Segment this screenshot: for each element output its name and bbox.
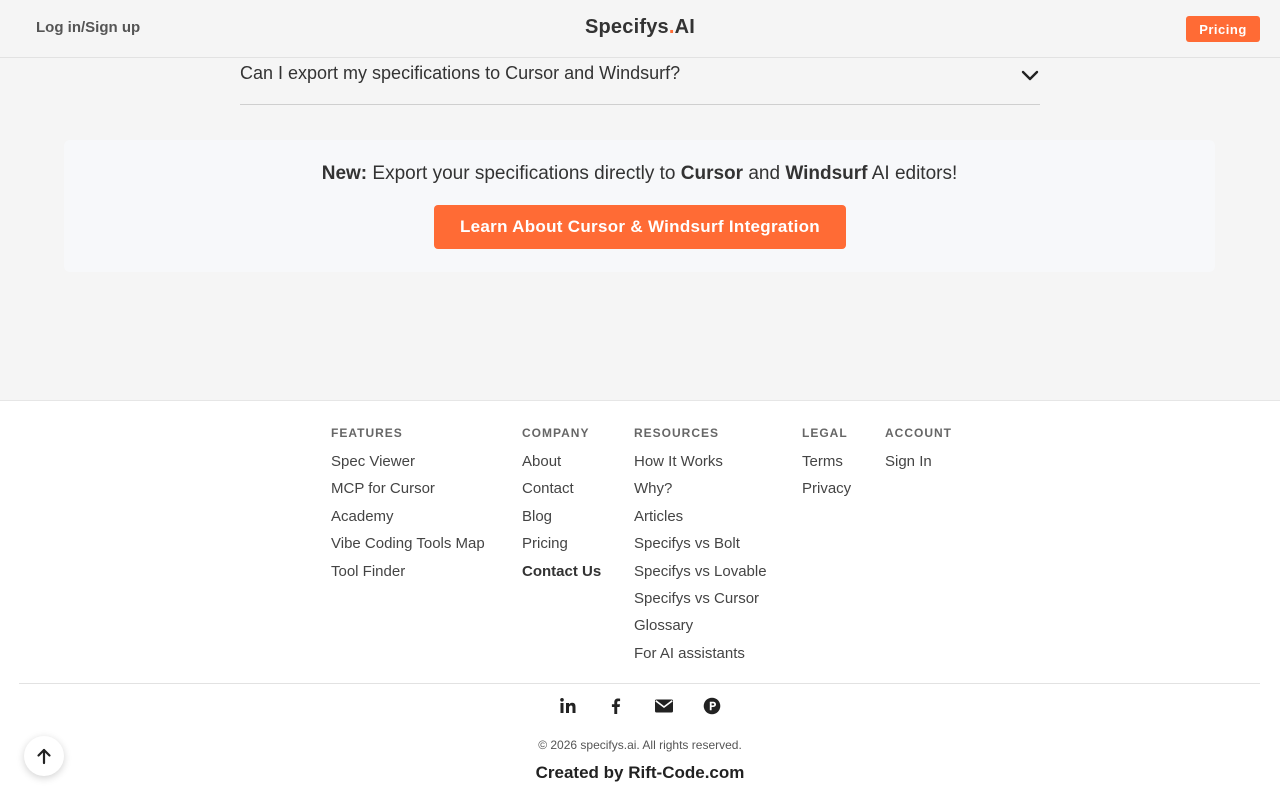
brand-suffix: AI (674, 16, 696, 38)
copyright-text: © 2026 specifys.ai. All rights reserved. (538, 738, 742, 752)
footer-link-glossary[interactable]: Glossary (634, 612, 767, 639)
brand-logo[interactable]: Specifys.AI (0, 16, 1280, 39)
created-by-link[interactable]: Created by Rift-Code.com (0, 763, 1280, 783)
footer-column-resources: RESOURCES How It Works Why? Articles Spe… (634, 426, 767, 667)
footer-link-contact[interactable]: Contact (522, 475, 601, 502)
footer-column-title: FEATURES (331, 426, 403, 440)
promo-new-label: New: (321, 163, 368, 184)
arrow-up-icon (37, 748, 51, 765)
footer-link-specifys-vs-bolt[interactable]: Specifys vs Bolt (634, 530, 767, 557)
brand-name: Specifys (584, 16, 669, 38)
footer-link-for-ai-assistants[interactable]: For AI assistants (634, 640, 767, 667)
promo-cursor: Cursor (680, 163, 744, 184)
footer-column-company: COMPANY About Contact Blog Pricing Conta… (522, 426, 601, 585)
faq-item[interactable]: Can I export my specifications to Cursor… (240, 58, 1040, 105)
footer-link-mcp-for-cursor[interactable]: MCP for Cursor (331, 475, 485, 502)
footer-column-account: ACCOUNT Sign In (885, 426, 952, 475)
footer-link-tool-finder[interactable]: Tool Finder (331, 558, 485, 585)
faq-question: Can I export my specifications to Cursor… (240, 63, 681, 83)
linkedin-icon[interactable] (557, 695, 579, 717)
footer-link-pricing[interactable]: Pricing (522, 530, 601, 557)
footer-column-title: ACCOUNT (885, 426, 952, 440)
footer-link-spec-viewer[interactable]: Spec Viewer (331, 448, 485, 475)
top-navbar: Log in/Sign up Specifys.AI Pricing (0, 0, 1280, 58)
integration-promo-banner: New: Export your specifications directly… (64, 140, 1215, 272)
footer-column-title: COMPANY (522, 426, 590, 440)
site-footer: FEATURES Spec Viewer MCP for Cursor Acad… (0, 400, 1280, 800)
pricing-button[interactable]: Pricing (1186, 16, 1260, 42)
footer-link-academy[interactable]: Academy (331, 503, 485, 530)
footer-link-articles[interactable]: Articles (634, 503, 767, 530)
product-hunt-icon[interactable] (701, 695, 723, 717)
promo-windsurf: Windsurf (785, 163, 868, 184)
promo-text-part2: AI editors! (871, 163, 958, 184)
footer-column-title: RESOURCES (634, 426, 720, 440)
footer-link-terms[interactable]: Terms (802, 448, 851, 475)
footer-link-how-it-works[interactable]: How It Works (634, 448, 767, 475)
footer-link-specifys-vs-cursor[interactable]: Specifys vs Cursor (634, 585, 767, 612)
footer-link-privacy[interactable]: Privacy (802, 475, 851, 502)
footer-column-title: LEGAL (802, 426, 848, 440)
footer-link-specifys-vs-lovable[interactable]: Specifys vs Lovable (634, 558, 767, 585)
footer-link-about[interactable]: About (522, 448, 601, 475)
footer-link-sign-in[interactable]: Sign In (885, 448, 952, 475)
chevron-down-icon[interactable] (1020, 68, 1040, 82)
facebook-icon[interactable] (605, 695, 627, 717)
footer-link-vibe-coding-tools-map[interactable]: Vibe Coding Tools Map (331, 530, 485, 557)
footer-link-contact-us[interactable]: Contact Us (522, 558, 601, 585)
footer-column-features: FEATURES Spec Viewer MCP for Cursor Acad… (331, 426, 485, 585)
envelope-icon[interactable] (653, 695, 675, 717)
promo-text: New: Export your specifications directly… (64, 163, 1215, 185)
learn-integration-button[interactable]: Learn About Cursor & Windsurf Integratio… (434, 205, 846, 249)
back-to-top-button[interactable] (24, 736, 64, 776)
footer-divider (19, 683, 1260, 684)
promo-text-part1: Export your specifications directly to (372, 163, 676, 184)
promo-and: and (748, 163, 781, 184)
footer-link-blog[interactable]: Blog (522, 503, 601, 530)
footer-link-why[interactable]: Why? (634, 475, 767, 502)
footer-column-legal: LEGAL Terms Privacy (802, 426, 851, 503)
